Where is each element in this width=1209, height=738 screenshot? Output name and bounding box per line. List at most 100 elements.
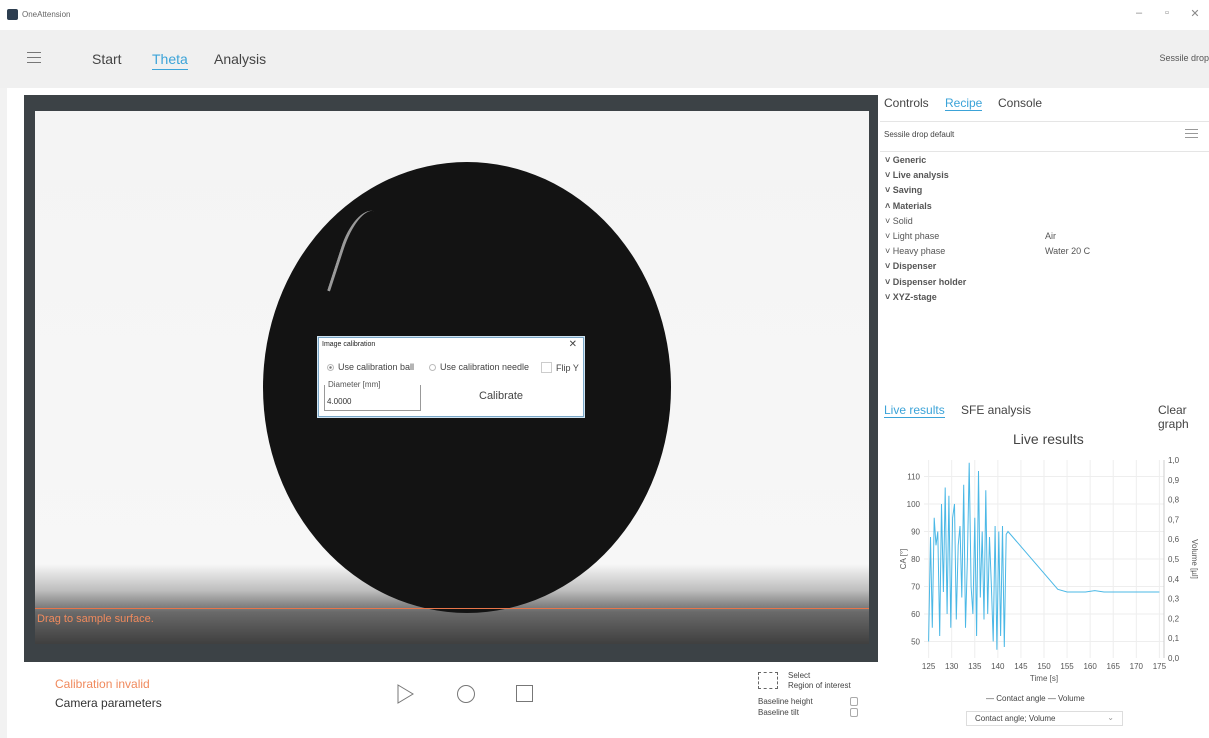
- tab-controls[interactable]: Controls: [884, 96, 929, 110]
- app-title: OneAttension: [22, 10, 71, 19]
- baseline-line[interactable]: [35, 608, 869, 609]
- y-tick-label: 60: [911, 610, 920, 619]
- recipe-item-dispenser[interactable]: ˅ Dispenser: [885, 261, 936, 271]
- chart-legend: — Contact angle — Volume: [986, 694, 1085, 703]
- y2-tick-label: 0,3: [1168, 595, 1180, 604]
- nav-theta[interactable]: Theta: [152, 51, 188, 70]
- record-icon[interactable]: [457, 685, 475, 703]
- radio-unchecked-icon[interactable]: [429, 363, 436, 371]
- y-tick-label: 100: [907, 500, 921, 509]
- minimize-button[interactable]: –: [1129, 7, 1149, 19]
- y2-tick-label: 0,1: [1168, 634, 1180, 643]
- calibration-status[interactable]: Calibration invalid: [55, 677, 150, 691]
- x-tick-label: 155: [1060, 662, 1074, 671]
- option-needle-label: Use calibration needle: [440, 362, 530, 372]
- recipe-menu-icon[interactable]: [1185, 129, 1198, 139]
- baseline-tilt-label: Baseline tilt: [758, 708, 799, 717]
- tab-console[interactable]: Console: [998, 96, 1042, 110]
- x-tick-label: 125: [922, 662, 936, 671]
- y-tick-label: 70: [911, 583, 920, 592]
- close-window-button[interactable]: ✕: [1185, 7, 1205, 20]
- select-roi-label[interactable]: Select Region of interest: [788, 671, 851, 691]
- select-label: Select: [788, 671, 811, 680]
- checkbox-icon[interactable]: [541, 362, 552, 373]
- option-ball-label: Use calibration ball: [338, 362, 415, 372]
- tab-recipe[interactable]: Recipe: [945, 96, 983, 111]
- recipe-divider: [880, 151, 1209, 152]
- stop-icon[interactable]: [516, 685, 533, 702]
- x-tick-label: 170: [1130, 662, 1144, 671]
- dialog-close-icon[interactable]: ✕: [569, 339, 577, 350]
- diameter-label: Diameter [mm]: [327, 380, 382, 389]
- y2-tick-label: 0,4: [1168, 575, 1180, 584]
- restore-button[interactable]: ▫: [1157, 7, 1177, 19]
- x-tick-label: 140: [991, 662, 1005, 671]
- series-dropdown-value: Contact angle; Volume: [975, 714, 1056, 723]
- option-calibration-needle[interactable]: Use calibration needle: [429, 362, 529, 372]
- tab-live-results[interactable]: Live results: [884, 403, 945, 418]
- y2-tick-label: 0,0: [1168, 654, 1180, 663]
- play-icon[interactable]: [397, 684, 415, 704]
- option-calibration-ball[interactable]: Use calibration ball: [327, 362, 414, 372]
- x-tick-label: 145: [1014, 662, 1028, 671]
- title-bar: OneAttension – ▫ ✕: [0, 0, 1209, 30]
- x-tick-label: 130: [945, 662, 959, 671]
- clear-graph-button[interactable]: Clear graph: [1158, 403, 1209, 431]
- recipe-name[interactable]: Sessile drop default: [884, 130, 954, 139]
- nav-bar: Start Theta Analysis Sessile drop: [0, 30, 1209, 88]
- image-calibration-dialog: Image calibration ✕ Use calibration ball…: [318, 337, 584, 417]
- camera-parameters-link[interactable]: Camera parameters: [55, 696, 162, 710]
- radio-checked-icon[interactable]: [327, 363, 334, 371]
- chart-title: Live results: [1013, 431, 1084, 447]
- flip-y-checkbox[interactable]: Flip Y: [541, 362, 579, 373]
- recipe-value-heavy-phase[interactable]: Water 20 C: [1045, 246, 1090, 256]
- y2-tick-label: 0,2: [1168, 614, 1180, 623]
- x-axis-label: Time [s]: [1030, 674, 1058, 683]
- recipe-item-solid[interactable]: ˅ Solid: [885, 216, 913, 226]
- x-tick-label: 160: [1083, 662, 1097, 671]
- roi-label: Region of interest: [788, 681, 851, 690]
- diameter-input[interactable]: 4.0000: [327, 397, 351, 406]
- y-tick-label: 110: [907, 473, 920, 482]
- recipe-value-light-phase[interactable]: Air: [1045, 231, 1056, 241]
- recipe-item-live-analysis[interactable]: ˅ Live analysis: [885, 170, 949, 180]
- x-tick-label: 165: [1107, 662, 1121, 671]
- baseline-tilt-spinner[interactable]: [850, 708, 858, 717]
- recipe-item-generic[interactable]: ˅ Generic: [885, 155, 926, 165]
- recipe-item-saving[interactable]: ˅ Saving: [885, 185, 922, 195]
- y-tick-label: 50: [911, 638, 920, 647]
- y2-tick-label: 0,5: [1168, 555, 1180, 564]
- baseline-height-spinner[interactable]: [850, 697, 858, 706]
- y-tick-label: 90: [911, 528, 920, 537]
- recipe-item-materials[interactable]: ˄ Materials: [885, 201, 932, 211]
- y2-tick-label: 0,8: [1168, 496, 1180, 505]
- calibrate-button[interactable]: Calibrate: [479, 390, 523, 402]
- y2-tick-label: 0,7: [1168, 515, 1180, 524]
- recipe-item-heavy-phase[interactable]: ˅ Heavy phase: [885, 246, 945, 256]
- dialog-title: Image calibration: [322, 341, 376, 348]
- tab-divider: [880, 121, 1209, 122]
- y2-axis-label: Volume [µl]: [1190, 539, 1199, 579]
- y2-tick-label: 1,0: [1168, 456, 1180, 465]
- tab-sfe-analysis[interactable]: SFE analysis: [961, 403, 1031, 417]
- select-roi-icon[interactable]: [758, 672, 778, 689]
- recipe-item-dispenser-holder[interactable]: ˅ Dispenser holder: [885, 277, 966, 287]
- y-tick-label: 80: [911, 555, 920, 564]
- flip-y-label: Flip Y: [556, 362, 579, 373]
- recipe-item-xyz-stage[interactable]: ˅ XYZ-stage: [885, 292, 937, 302]
- y2-tick-label: 0,6: [1168, 535, 1180, 544]
- app-logo-icon: [7, 9, 18, 20]
- measurement-mode-label: Sessile drop: [1159, 53, 1209, 63]
- x-tick-label: 175: [1153, 662, 1167, 671]
- recipe-item-light-phase[interactable]: ˅ Light phase: [885, 231, 939, 241]
- live-results-chart: 125 130 135 140 145 150 155 160 165 170 175 50 60 70 8…: [899, 456, 1199, 683]
- chevron-down-icon: ⌄: [1107, 713, 1114, 722]
- nav-start[interactable]: Start: [92, 51, 122, 67]
- x-tick-label: 135: [968, 662, 982, 671]
- drag-hint-text: Drag to sample surface.: [37, 613, 154, 625]
- series-dropdown[interactable]: Contact angle; Volume ⌄: [966, 711, 1123, 726]
- y2-tick-label: 0,9: [1168, 476, 1180, 485]
- y-axis-label: CA [°]: [899, 549, 908, 570]
- nav-analysis[interactable]: Analysis: [214, 51, 266, 67]
- hamburger-menu-icon[interactable]: [27, 52, 41, 64]
